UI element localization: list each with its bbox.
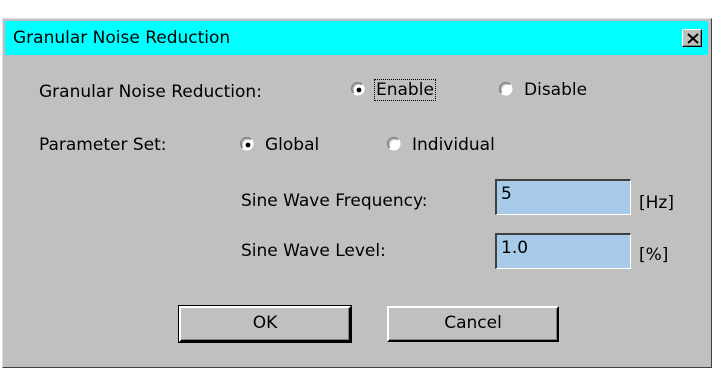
radio-global[interactable]: Global <box>240 135 320 155</box>
radio-disable-circle[interactable] <box>499 82 515 98</box>
radio-global-label[interactable]: Global <box>264 135 320 155</box>
radio-enable-circle[interactable] <box>351 82 367 98</box>
sine-level-unit: [%] <box>639 245 669 265</box>
radio-enable[interactable]: Enable <box>351 79 436 101</box>
radio-disable-label[interactable]: Disable <box>523 80 588 100</box>
radio-global-circle[interactable] <box>240 137 256 153</box>
radio-individual-circle[interactable] <box>387 137 403 153</box>
radio-individual-label[interactable]: Individual <box>411 135 496 155</box>
gnr-label: Granular Noise Reduction: <box>39 82 262 102</box>
dialog-window: Granular Noise Reduction Granular Noise … <box>2 18 712 368</box>
close-icon <box>687 33 699 44</box>
sine-level-label: Sine Wave Level: <box>241 241 386 261</box>
radio-individual[interactable]: Individual <box>387 135 496 155</box>
radio-disable[interactable]: Disable <box>499 80 588 100</box>
dialog-title: Granular Noise Reduction <box>13 28 231 48</box>
title-bar[interactable]: Granular Noise Reduction <box>5 21 708 55</box>
ok-button[interactable]: OK <box>178 305 352 343</box>
sine-freq-unit: [Hz] <box>639 193 674 213</box>
close-button[interactable] <box>682 29 702 47</box>
sine-freq-label: Sine Wave Frequency: <box>241 191 428 211</box>
cancel-button[interactable]: Cancel <box>387 306 559 342</box>
param-set-label: Parameter Set: <box>39 135 167 155</box>
sine-freq-input[interactable]: 5 <box>495 179 631 215</box>
sine-level-input[interactable]: 1.0 <box>495 233 631 269</box>
radio-enable-label[interactable]: Enable <box>374 79 436 101</box>
